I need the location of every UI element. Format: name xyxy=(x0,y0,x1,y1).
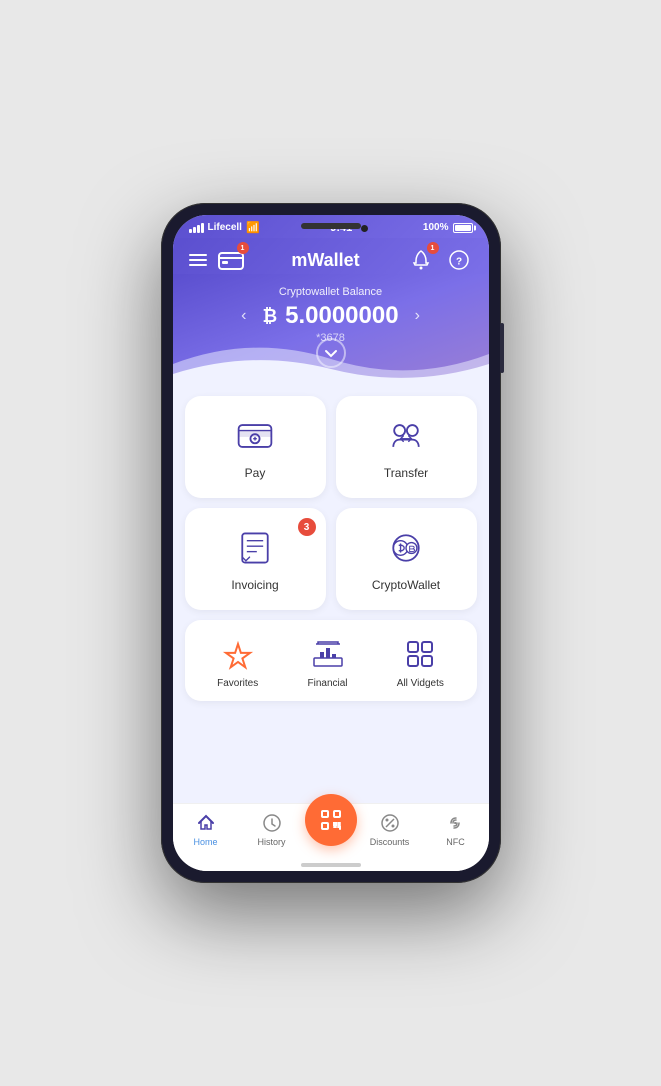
clock: 9:41 xyxy=(330,222,352,234)
wifi-icon: 📶 xyxy=(246,221,260,234)
cryptowallet-label: CryptoWallet xyxy=(372,578,440,592)
notification-badge: 1 xyxy=(427,242,439,254)
carrier-name: Lifecell xyxy=(208,222,242,233)
balance-prev-arrow[interactable]: ‹ xyxy=(233,307,254,325)
menu-button[interactable] xyxy=(189,254,207,266)
phone-screen: Lifecell 📶 9:41 100% xyxy=(173,215,489,871)
nav-home[interactable]: Home xyxy=(173,812,239,847)
favorites-label: Favorites xyxy=(217,678,258,689)
status-right: 100% xyxy=(423,222,473,233)
header-left: 1 xyxy=(189,246,245,274)
invoicing-badge: 3 xyxy=(298,518,316,536)
header-right: 1 ? xyxy=(407,246,473,274)
discounts-nav-label: Discounts xyxy=(370,837,410,847)
home-nav-icon xyxy=(195,812,217,834)
balance-row: ‹ ₿ 5.0000000 › xyxy=(189,302,473,330)
home-indicator xyxy=(173,859,489,871)
invoicing-icon xyxy=(233,526,277,570)
signal-icon xyxy=(189,223,204,233)
transfer-icon xyxy=(384,414,428,458)
nfc-nav-label: NFC xyxy=(446,837,465,847)
pay-card[interactable]: Pay xyxy=(185,396,326,498)
status-left: Lifecell 📶 xyxy=(189,221,260,234)
balance-label: Cryptowallet Balance xyxy=(189,286,473,298)
transfer-label: Transfer xyxy=(384,466,428,480)
card-button[interactable]: 1 xyxy=(217,246,245,274)
app-header: 1 mWallet 1 ? xyxy=(173,238,489,274)
home-nav-label: Home xyxy=(193,837,217,847)
bottom-nav: Home History xyxy=(173,803,489,859)
scan-button[interactable] xyxy=(305,794,357,846)
cryptowallet-icon xyxy=(384,526,428,570)
financial-widget[interactable]: Financial xyxy=(308,636,348,689)
favorites-icon xyxy=(220,636,256,672)
main-content: Pay Transfer xyxy=(173,384,489,803)
card-badge: 1 xyxy=(237,242,249,254)
nav-nfc[interactable]: NFC xyxy=(423,812,489,847)
all-vidgets-label: All Vidgets xyxy=(397,678,444,689)
svg-text:?: ? xyxy=(455,257,461,268)
balance-section: Cryptowallet Balance ‹ ₿ 5.0000000 › *36… xyxy=(173,274,489,384)
phone-frame: Lifecell 📶 9:41 100% xyxy=(161,203,501,883)
discounts-nav-icon xyxy=(379,812,401,834)
widgets-section: Favorites Financial xyxy=(185,620,477,701)
pay-label: Pay xyxy=(245,466,266,480)
nav-discounts[interactable]: Discounts xyxy=(357,812,423,847)
action-grid: Pay Transfer xyxy=(185,396,477,610)
invoicing-card[interactable]: 3 Invoicing xyxy=(185,508,326,610)
status-bar: Lifecell 📶 9:41 100% xyxy=(173,215,489,238)
history-nav-label: History xyxy=(257,837,285,847)
invoicing-label: Invoicing xyxy=(231,578,278,592)
battery-icon xyxy=(453,223,473,233)
home-indicator-bar xyxy=(301,863,361,867)
pay-icon xyxy=(233,414,277,458)
history-nav-icon xyxy=(261,812,283,834)
notification-button[interactable]: 1 xyxy=(407,246,435,274)
balance-currency: ₿ xyxy=(262,306,277,327)
transfer-card[interactable]: Transfer xyxy=(336,396,477,498)
financial-icon xyxy=(310,636,346,672)
side-button xyxy=(500,323,504,373)
favorites-widget[interactable]: Favorites xyxy=(217,636,258,689)
help-icon: ? xyxy=(448,249,470,271)
help-button[interactable]: ? xyxy=(445,246,473,274)
financial-label: Financial xyxy=(308,678,348,689)
cryptowallet-card[interactable]: CryptoWallet xyxy=(336,508,477,610)
nfc-nav-icon xyxy=(445,812,467,834)
balance-amount: 5.0000000 xyxy=(285,302,398,330)
all-vidgets-icon xyxy=(402,636,438,672)
battery-percent: 100% xyxy=(423,222,449,233)
scan-icon xyxy=(319,808,343,832)
all-vidgets-widget[interactable]: All Vidgets xyxy=(397,636,444,689)
nav-history[interactable]: History xyxy=(239,812,305,847)
balance-next-arrow[interactable]: › xyxy=(407,307,428,325)
app-title: mWallet xyxy=(245,250,407,271)
wave-decoration xyxy=(173,334,489,384)
